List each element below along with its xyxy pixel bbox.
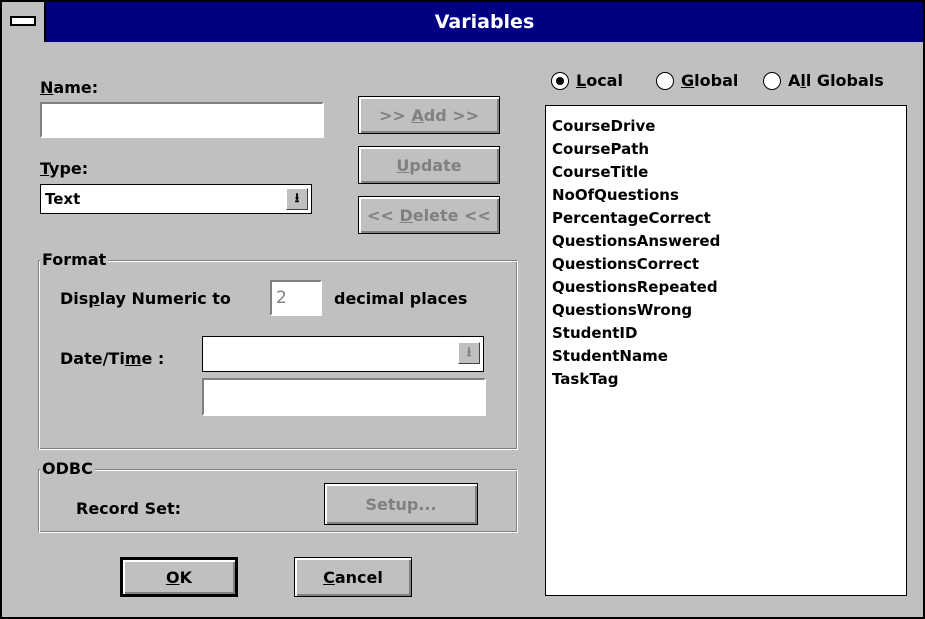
setup-button[interactable]: Setup... [324,483,478,525]
type-dropdown[interactable]: Text ⭳ [40,184,312,214]
title-bar: Variables [2,2,923,42]
decimal-places-label: decimal places [334,289,468,308]
global-radio[interactable] [656,72,674,90]
all-globals-radio[interactable] [763,72,781,90]
decimals-field[interactable] [270,280,322,316]
add-button[interactable]: >> Add >> [358,96,500,134]
dropdown-arrow-icon[interactable]: ⭳ [286,188,308,210]
datetime-label: Date/Time : [60,349,165,368]
display-numeric-label: Display Numeric to [60,289,231,308]
variables-list[interactable]: CourseDrive CoursePath CourseTitle NoOfQ… [545,105,907,596]
record-set-label: Record Set: [76,499,181,518]
list-item[interactable]: CoursePath [546,138,906,161]
datetime-format-input[interactable] [204,380,484,414]
type-value: Text [45,190,81,208]
system-menu-button[interactable] [2,2,46,42]
list-item[interactable]: StudentName [546,345,906,368]
name-input[interactable] [42,104,322,136]
all-globals-radio-label[interactable]: All Globals [788,71,884,91]
list-item[interactable]: QuestionsCorrect [546,253,906,276]
list-item[interactable]: StudentID [546,322,906,345]
local-radio[interactable] [551,72,569,90]
cancel-button[interactable]: Cancel [294,557,412,597]
list-item[interactable]: TaskTag [546,368,906,391]
list-item[interactable]: NoOfQuestions [546,184,906,207]
datetime-dropdown[interactable]: ⭳ [202,336,484,372]
name-label: Name: [40,78,99,97]
datetime-format-field[interactable] [202,378,486,416]
delete-button[interactable]: << Delete << [358,196,500,234]
radio-selected-dot [556,77,564,85]
window-title: Variables [434,11,535,33]
update-button[interactable]: Update [358,146,500,184]
variables-list-items: CourseDrive CoursePath CourseTitle NoOfQ… [546,106,906,391]
list-item[interactable]: PercentageCorrect [546,207,906,230]
variables-dialog: Variables Name: Type: Text ⭳ >> Add >> U… [0,0,925,619]
local-radio-label[interactable]: Local [576,71,623,91]
list-item[interactable]: CourseDrive [546,115,906,138]
system-menu-icon [10,16,36,26]
name-field[interactable] [40,102,324,138]
odbc-group-label: ODBC [40,459,95,478]
global-radio-label[interactable]: Global [681,71,738,91]
ok-button[interactable]: OK [120,557,238,597]
decimals-input[interactable] [272,282,320,314]
list-item[interactable]: CourseTitle [546,161,906,184]
type-label: Type: [40,159,89,178]
list-item[interactable]: QuestionsAnswered [546,230,906,253]
format-group-label: Format [40,250,109,269]
dropdown-arrow-icon[interactable]: ⭳ [458,342,480,364]
list-item[interactable]: QuestionsWrong [546,299,906,322]
list-item[interactable]: QuestionsRepeated [546,276,906,299]
